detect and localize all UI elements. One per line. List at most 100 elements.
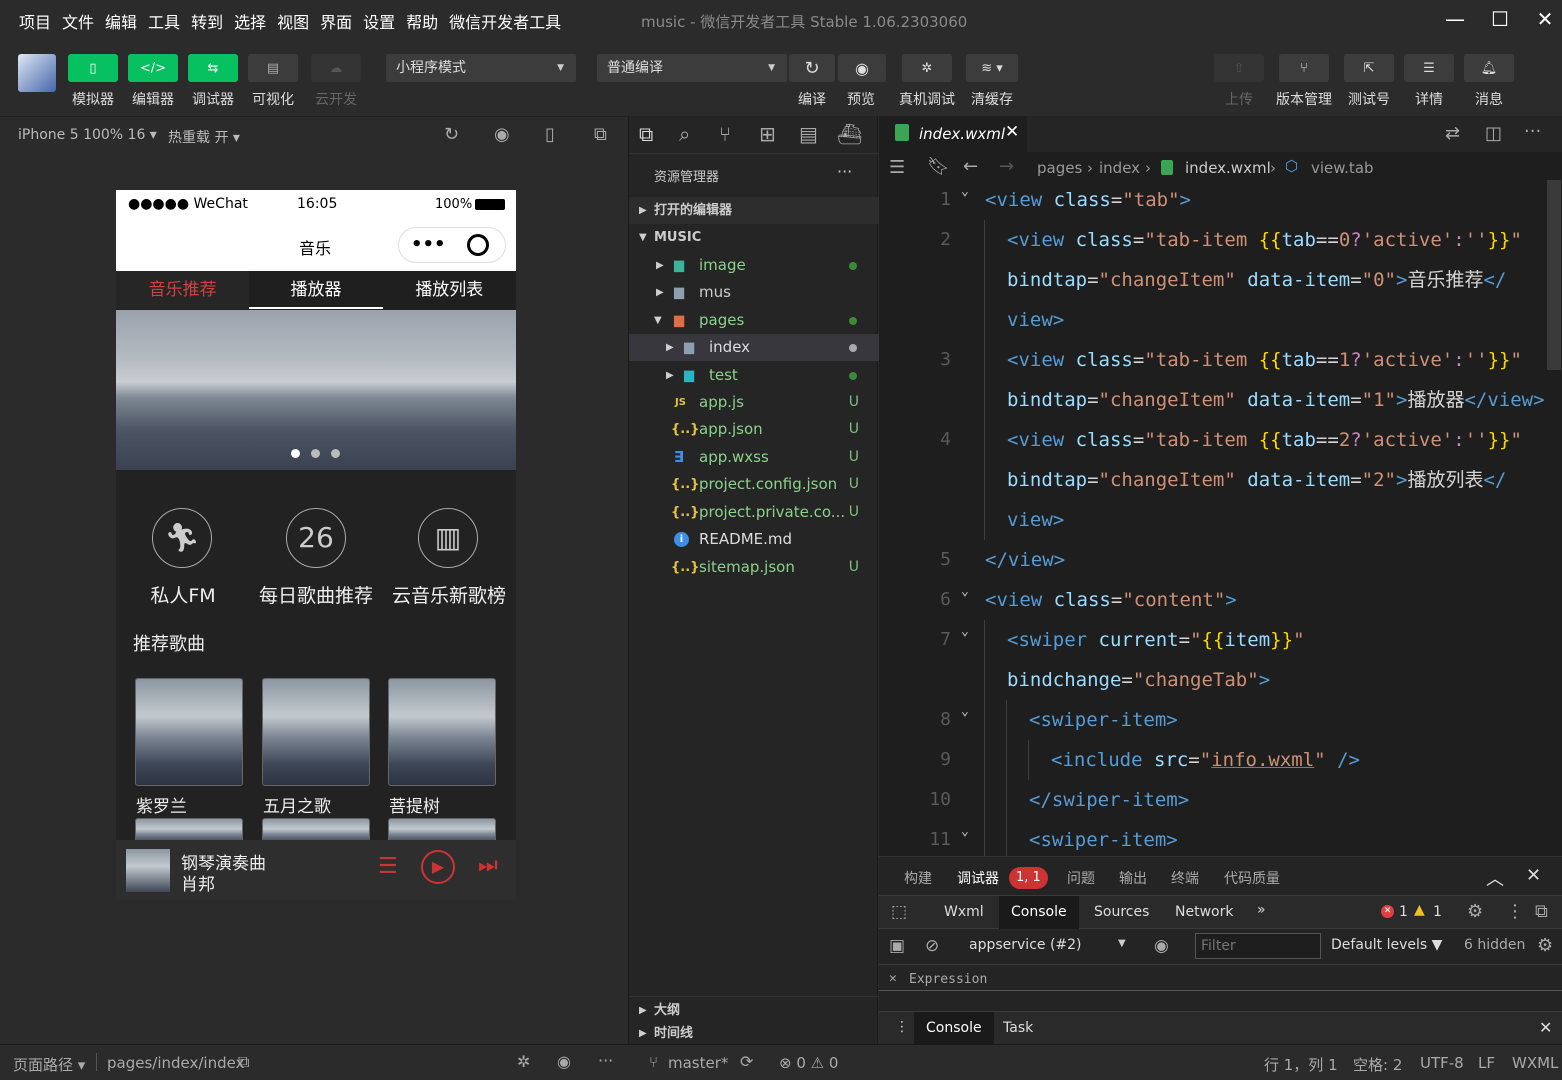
forward-icon[interactable]: → — [999, 156, 1014, 177]
visual-button[interactable]: ▤ — [248, 54, 298, 82]
sync-icon[interactable]: ⟳ — [740, 1052, 753, 1071]
phone-frame-icon[interactable]: ▯ — [545, 124, 555, 145]
close-capsule-icon[interactable] — [467, 234, 489, 256]
menu-interface[interactable]: 界面 — [320, 9, 352, 33]
banner-swiper[interactable] — [116, 310, 516, 470]
play-icon[interactable]: ▶ — [421, 850, 455, 884]
more-tabs-icon[interactable]: » — [1257, 902, 1266, 918]
bug-icon[interactable]: ✲ — [517, 1052, 530, 1071]
close-icon[interactable]: ✕ — [1526, 865, 1541, 886]
breadcrumb-item[interactable]: index.wxml — [1185, 159, 1271, 177]
swiper-dot[interactable] — [331, 449, 340, 458]
encoding[interactable]: UTF-8 — [1420, 1054, 1464, 1072]
messages-button[interactable]: 🔔︎ — [1464, 54, 1514, 82]
drawer-tab-task[interactable]: Task — [1003, 1020, 1033, 1036]
fold-icon[interactable]: ⌄ — [961, 572, 969, 612]
tab-problems[interactable]: 问题 — [1067, 868, 1095, 888]
stop-icon[interactable]: ◉ — [494, 124, 510, 145]
more-icon[interactable]: ··· — [598, 1051, 613, 1070]
swiper-dot[interactable] — [311, 449, 320, 458]
compile-select[interactable]: 普通编译 ▼ — [597, 54, 787, 82]
cursor-position[interactable]: 行 1，列 1 — [1264, 1054, 1338, 1075]
page-path-label[interactable]: 页面路径 ▾ — [13, 1054, 85, 1075]
preview-button[interactable]: ◉ — [838, 54, 886, 82]
menu-devtools[interactable]: 微信开发者工具 — [449, 9, 561, 33]
tab-recommend[interactable]: 音乐推荐 — [116, 271, 250, 309]
debugger-button[interactable]: ⇆ — [188, 54, 238, 82]
clear-console-icon[interactable]: ⊘ — [925, 936, 939, 956]
editor-button[interactable]: </> — [128, 54, 178, 82]
back-icon[interactable]: ← — [963, 156, 978, 177]
details-button[interactable]: ☰ — [1404, 54, 1454, 82]
scrollbar[interactable] — [1547, 180, 1561, 370]
menu-view[interactable]: 视图 — [277, 9, 309, 33]
eye-icon[interactable]: ◉ — [1154, 936, 1169, 956]
docker-icon[interactable]: ⛴︎ — [837, 122, 862, 146]
upload-button[interactable]: ⇧ — [1214, 54, 1264, 82]
tab-code-quality[interactable]: 代码质量 — [1224, 868, 1280, 888]
hot-reload-select[interactable]: 热重载 开 ▾ — [168, 127, 240, 147]
eye-icon[interactable]: ◉ — [557, 1052, 571, 1071]
tree-item-index[interactable]: ▶ ▆ index — [629, 334, 879, 361]
swiper-dot[interactable] — [291, 449, 300, 458]
kebab-icon[interactable]: ⋮ — [895, 1019, 909, 1035]
extensions-icon[interactable]: ⊞ — [759, 122, 776, 146]
storage-icon[interactable]: ▤ — [799, 122, 818, 146]
compare-icon[interactable]: ⇄ — [1445, 123, 1460, 144]
song-cover[interactable] — [262, 678, 370, 786]
tab-debugger[interactable]: 调试器 — [957, 868, 999, 888]
tree-item-mus[interactable]: ▶ ▆ mus — [629, 279, 879, 306]
bookmark-icon[interactable]: 🔖︎ — [927, 156, 950, 177]
code-area[interactable]: 1 ⌄ <view class="tab"> 2 <view class="tab-i… — [879, 180, 1562, 856]
minimize-icon[interactable]: — — [1444, 8, 1466, 30]
warning-count[interactable]: 1 — [1433, 904, 1442, 920]
tree-item-sitemap[interactable]: {..} sitemap.json U — [629, 554, 879, 581]
tree-item-app-js[interactable]: JS app.js U — [629, 389, 879, 416]
tab-sources[interactable]: Sources — [1094, 904, 1149, 920]
bar-chart-icon[interactable]: ▥ — [418, 508, 478, 568]
tab-build[interactable]: 构建 — [904, 868, 932, 888]
menu-help[interactable]: 帮助 — [406, 9, 438, 33]
cloud-button[interactable]: ☁ — [311, 54, 361, 82]
tree-item-pages[interactable]: ▼ ▆ pages — [629, 307, 879, 334]
sidebar-toggle-icon[interactable]: ▣ — [889, 936, 905, 956]
tab-console[interactable]: Console — [999, 896, 1079, 929]
tab-output[interactable]: 输出 — [1119, 868, 1147, 888]
search-icon[interactable]: ⌕ — [679, 122, 690, 146]
fold-icon[interactable]: ⌄ — [961, 180, 969, 212]
open-editors-section[interactable]: ▶ 打开的编辑器 — [629, 197, 879, 224]
editor-tab[interactable]: index.wxml ✕ — [879, 116, 1027, 152]
project-section[interactable]: ▼ MUSIC — [629, 224, 879, 251]
language-mode[interactable]: WXML — [1512, 1054, 1558, 1072]
error-count[interactable]: 1 — [1399, 904, 1408, 920]
device-select[interactable]: iPhone 5 100% 16 ▾ — [18, 127, 157, 143]
indent-setting[interactable]: 空格: 2 — [1353, 1054, 1402, 1075]
fold-icon[interactable]: ⌄ — [961, 612, 969, 652]
playlist-icon[interactable]: ☰ — [378, 854, 398, 879]
gear-icon[interactable]: ⚙ — [1537, 935, 1553, 956]
list-icon[interactable]: ☰ — [889, 157, 905, 178]
reload-icon[interactable]: ↻ — [444, 124, 459, 145]
drawer-tab-console[interactable]: Console — [914, 1012, 994, 1045]
more-actions-icon[interactable]: ··· — [837, 162, 852, 181]
split-editor-icon[interactable]: ◫ — [1485, 123, 1502, 144]
gear-icon[interactable]: ⚙ — [1467, 901, 1483, 922]
remote-debug-button[interactable]: ✲ — [902, 54, 952, 82]
context-select[interactable]: appservice (#2) — [969, 937, 1082, 953]
dock-icon[interactable]: ⧉ — [1535, 901, 1548, 922]
tree-item-app-wxss[interactable]: ∃ app.wxss U — [629, 444, 879, 471]
running-icon[interactable]: 🏃︎ — [152, 508, 212, 568]
outline-section[interactable]: ▶ 大纲 — [629, 996, 879, 1023]
copy-icon[interactable]: ⧉ — [238, 1052, 249, 1072]
filter-input[interactable] — [1195, 933, 1321, 959]
clear-cache-button[interactable]: ≋ ▾ — [966, 54, 1018, 82]
menu-edit[interactable]: 编辑 — [105, 9, 137, 33]
source-control-icon[interactable]: ⑂ — [719, 122, 731, 146]
kebab-icon[interactable]: ⋮ — [1506, 901, 1524, 922]
compile-button[interactable]: ↻ — [789, 54, 835, 82]
tab-playlist[interactable]: 播放列表 — [383, 271, 516, 309]
menu-settings[interactable]: 设置 — [363, 9, 395, 33]
problems-count[interactable]: ⊗ 0 ⚠ 0 — [779, 1054, 838, 1072]
avatar[interactable] — [18, 54, 56, 92]
menu-select[interactable]: 选择 — [234, 9, 266, 33]
